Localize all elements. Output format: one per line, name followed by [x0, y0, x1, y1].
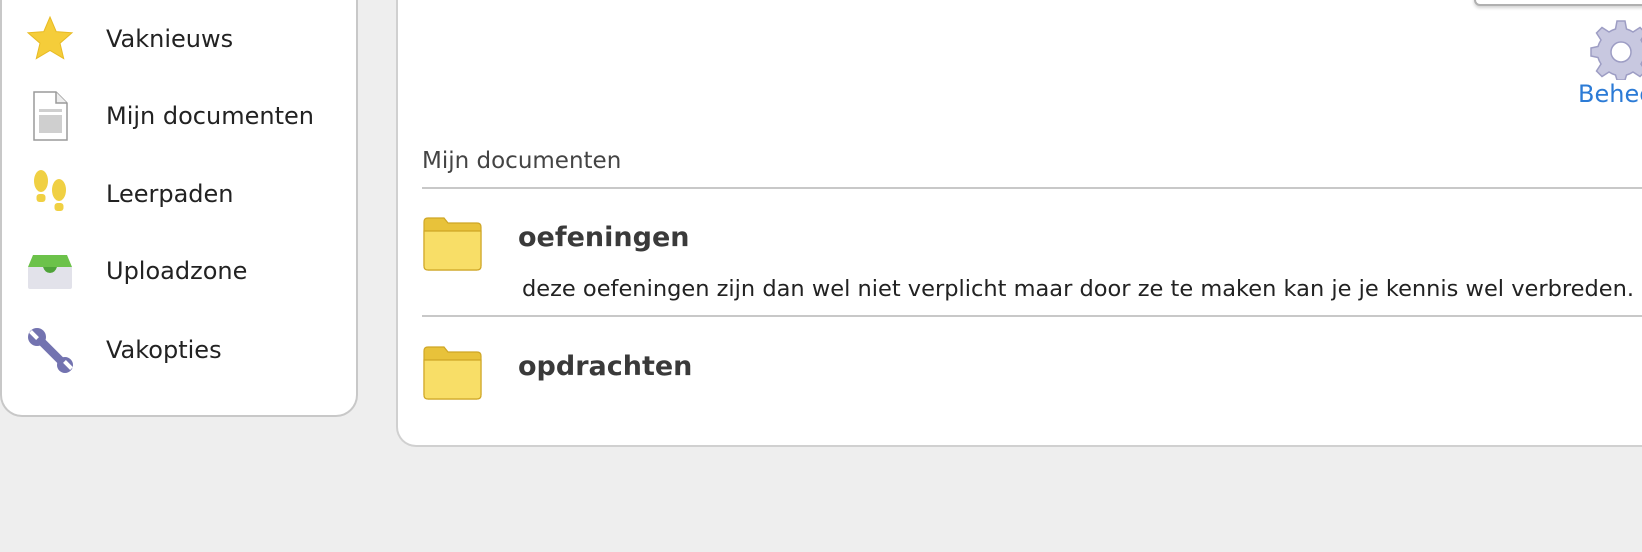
- manage-button[interactable]: Beheer: [1578, 18, 1642, 113]
- folder-description: deze oefeningen zijn dan wel niet verpli…: [522, 276, 1635, 302]
- divider: [422, 187, 1642, 189]
- sidebar-item-label: Vaknieuws: [106, 25, 234, 53]
- wrench-icon: [24, 324, 76, 376]
- dropdown-panel-edge: [1474, 0, 1642, 6]
- sidebar-item-mijn-documenten[interactable]: Mijn documenten: [2, 84, 358, 148]
- footprints-icon: [24, 168, 76, 220]
- folder-icon: [422, 343, 484, 405]
- sidebar-item-label: Mijn documenten: [106, 102, 314, 130]
- star-icon: [24, 13, 76, 65]
- sidebar-item-vaknieuws[interactable]: Vaknieuws: [2, 7, 358, 71]
- sidebar-item-leerpaden[interactable]: Leerpaden: [2, 162, 358, 226]
- folder-name[interactable]: opdrachten: [518, 351, 692, 382]
- inbox-tray-icon: [24, 245, 76, 297]
- folder-item-oefeningen[interactable]: oefeningen deze oefeningen zijn dan wel …: [422, 214, 1642, 306]
- sidebar-item-uploadzone[interactable]: Uploadzone: [2, 239, 358, 303]
- page-title: Mijn documenten: [422, 148, 622, 174]
- sidebar-nav: Vaknieuws Mijn documenten Leerpaden Uplo…: [0, 0, 358, 417]
- folder-item-opdrachten[interactable]: opdrachten: [422, 343, 1642, 403]
- sidebar-item-vakopties[interactable]: Vakopties: [2, 318, 358, 382]
- manage-label: Beheer: [1578, 80, 1642, 108]
- sidebar-item-label: Leerpaden: [106, 180, 234, 208]
- folder-name[interactable]: oefeningen: [518, 222, 689, 253]
- sidebar-item-label: Vakopties: [106, 336, 222, 364]
- sidebar-item-label: Uploadzone: [106, 257, 248, 285]
- folder-icon: [422, 214, 484, 276]
- divider: [422, 315, 1642, 317]
- document-icon: [24, 90, 76, 142]
- gear-icon: [1590, 18, 1642, 84]
